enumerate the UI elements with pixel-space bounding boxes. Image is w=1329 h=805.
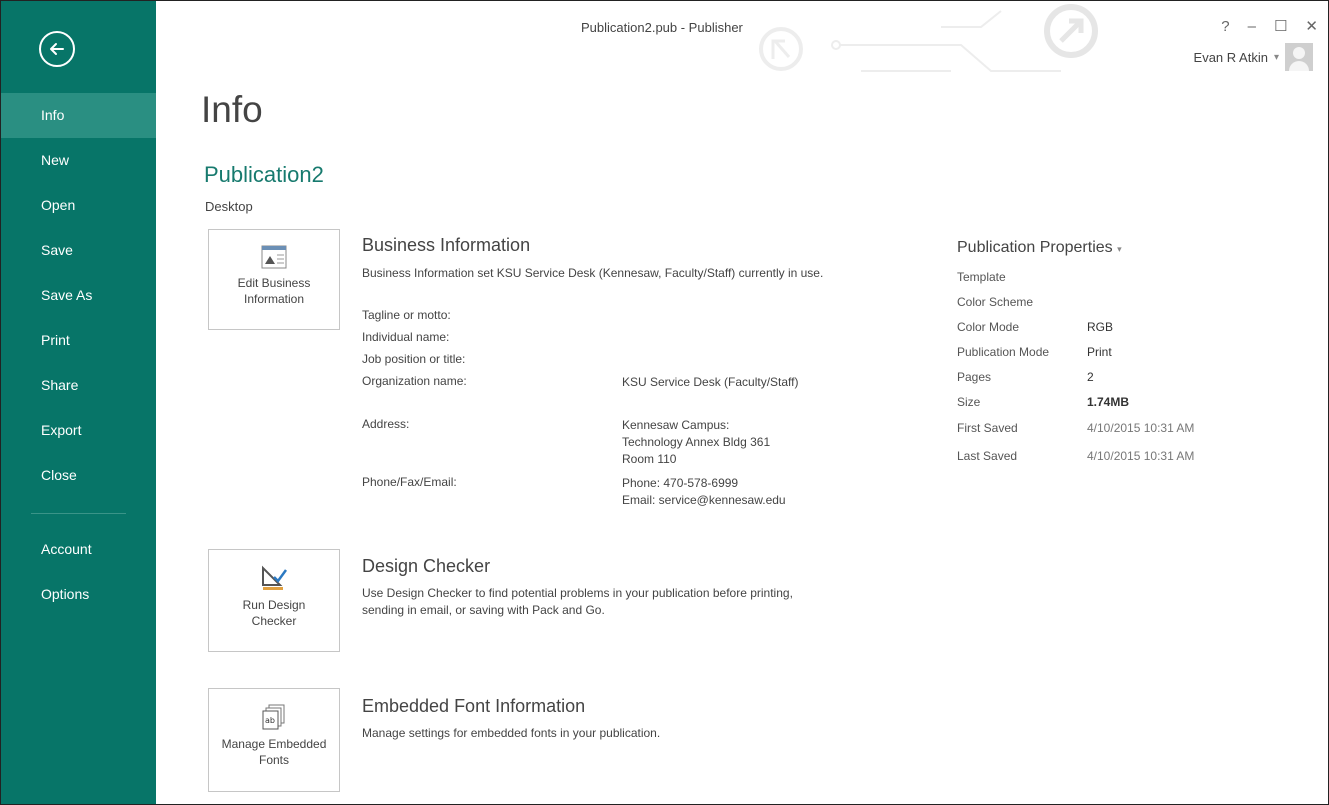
manage-embedded-fonts-button[interactable]: ab Manage Embedded Fonts [208, 688, 340, 792]
embedded-fonts-icon: ab [262, 704, 285, 730]
svg-text:ab: ab [265, 716, 275, 725]
business-card-icon [261, 245, 287, 269]
address-line: Kennesaw Campus: [622, 418, 730, 432]
user-name: Evan R Atkin [1193, 49, 1268, 65]
nav-save-as[interactable]: Save As [1, 273, 156, 318]
nav-export[interactable]: Export [1, 408, 156, 453]
avatar [1285, 43, 1313, 71]
user-account[interactable]: Evan R Atkin ▾ [1194, 43, 1313, 71]
run-design-checker-button[interactable]: Run Design Checker [208, 549, 340, 652]
document-location: Desktop [205, 199, 253, 214]
address-value: Kennesaw Campus: Technology Annex Bldg 3… [622, 417, 770, 468]
page-title: Info [201, 89, 263, 130]
job-title-label: Job position or title: [362, 352, 466, 366]
nav-save[interactable]: Save [1, 228, 156, 273]
property-value-last-saved: 4/10/2015 10:31 AM [1087, 449, 1195, 463]
publisher-backstage-window: Info New Open Save Save As Print Share E… [0, 0, 1329, 805]
property-label-size: Size [957, 395, 981, 409]
nav-info[interactable]: Info [1, 93, 156, 138]
window-controls: ? – ☐ ✕ [1221, 17, 1318, 36]
property-label-color-scheme: Color Scheme [957, 295, 1034, 309]
business-information-description: Business Information set KSU Service Des… [362, 266, 824, 280]
phone-line: Phone: 470-578-6999 [622, 476, 739, 490]
user-dropdown-icon: ▾ [1273, 51, 1279, 63]
phone-fax-email-label: Phone/Fax/Email: [362, 475, 457, 489]
chevron-down-icon: ▾ [1117, 244, 1122, 254]
business-information-heading: Business Information [362, 235, 531, 255]
edit-business-information-label: Edit Business Information [237, 276, 311, 306]
property-label-first-saved: First Saved [957, 421, 1018, 435]
individual-name-label: Individual name: [362, 330, 450, 344]
document-name: Publication2 [204, 162, 324, 187]
property-value-size: 1.74MB [1087, 395, 1130, 409]
design-checker-description: Use Design Checker to find potential pro… [362, 586, 793, 617]
design-checker-heading: Design Checker [362, 556, 491, 576]
property-value-first-saved: 4/10/2015 10:31 AM [1087, 421, 1195, 435]
organization-name-label: Organization name: [362, 374, 467, 388]
nav-share[interactable]: Share [1, 363, 156, 408]
nav-close[interactable]: Close [1, 453, 156, 498]
title-bar-decoration [759, 4, 1098, 72]
property-label-last-saved: Last Saved [957, 449, 1018, 463]
nav-divider [31, 513, 126, 514]
nav-options[interactable]: Options [1, 572, 156, 617]
window-title: Publication2.pub - Publisher [581, 20, 743, 35]
property-value-pages: 2 [1087, 370, 1094, 384]
property-value-color-mode: RGB [1087, 320, 1114, 334]
minimize-button[interactable]: – [1248, 18, 1256, 35]
property-label-publication-mode: Publication Mode [957, 345, 1050, 359]
address-line: Technology Annex Bldg 361 [622, 435, 771, 449]
address-line: Room 110 [622, 452, 677, 466]
back-button[interactable] [39, 31, 75, 67]
nav-print[interactable]: Print [1, 318, 156, 363]
back-arrow-icon [50, 43, 64, 55]
maximize-button[interactable]: ☐ [1274, 17, 1287, 35]
address-label: Address: [362, 417, 410, 431]
nav-open[interactable]: Open [1, 183, 156, 228]
run-design-checker-label: Run Design Checker [242, 598, 306, 628]
help-button[interactable]: ? [1221, 18, 1229, 35]
edit-business-information-button[interactable]: Edit Business Information [208, 229, 340, 330]
tagline-label: Tagline or motto: [362, 308, 451, 322]
nav-new[interactable]: New [1, 138, 156, 183]
email-line: Email: service@kennesaw.edu [622, 493, 786, 507]
manage-embedded-fonts-label: Manage Embedded Fonts [221, 737, 327, 767]
design-checker-icon [262, 565, 288, 590]
embedded-font-heading: Embedded Font Information [362, 696, 586, 716]
organization-name-value: KSU Service Desk (Faculty/Staff) [622, 375, 799, 389]
property-label-pages: Pages [957, 370, 992, 384]
property-value-publication-mode: Print [1087, 345, 1112, 359]
publication-properties-dropdown[interactable]: Publication Properties ▾ [957, 239, 1122, 257]
nav-account[interactable]: Account [1, 527, 156, 572]
property-label-color-mode: Color Mode [957, 320, 1020, 334]
close-button[interactable]: ✕ [1305, 17, 1318, 35]
backstage-sidebar: Info New Open Save Save As Print Share E… [1, 1, 156, 804]
backstage-nav: Info New Open Save Save As Print Share E… [1, 93, 156, 617]
property-label-template: Template [957, 270, 1006, 284]
embedded-font-description: Manage settings for embedded fonts in yo… [362, 726, 661, 740]
publication-properties-title: Publication Properties [957, 239, 1113, 256]
phone-fax-email-value: Phone: 470-578-6999 Email: service@kenne… [622, 475, 786, 509]
